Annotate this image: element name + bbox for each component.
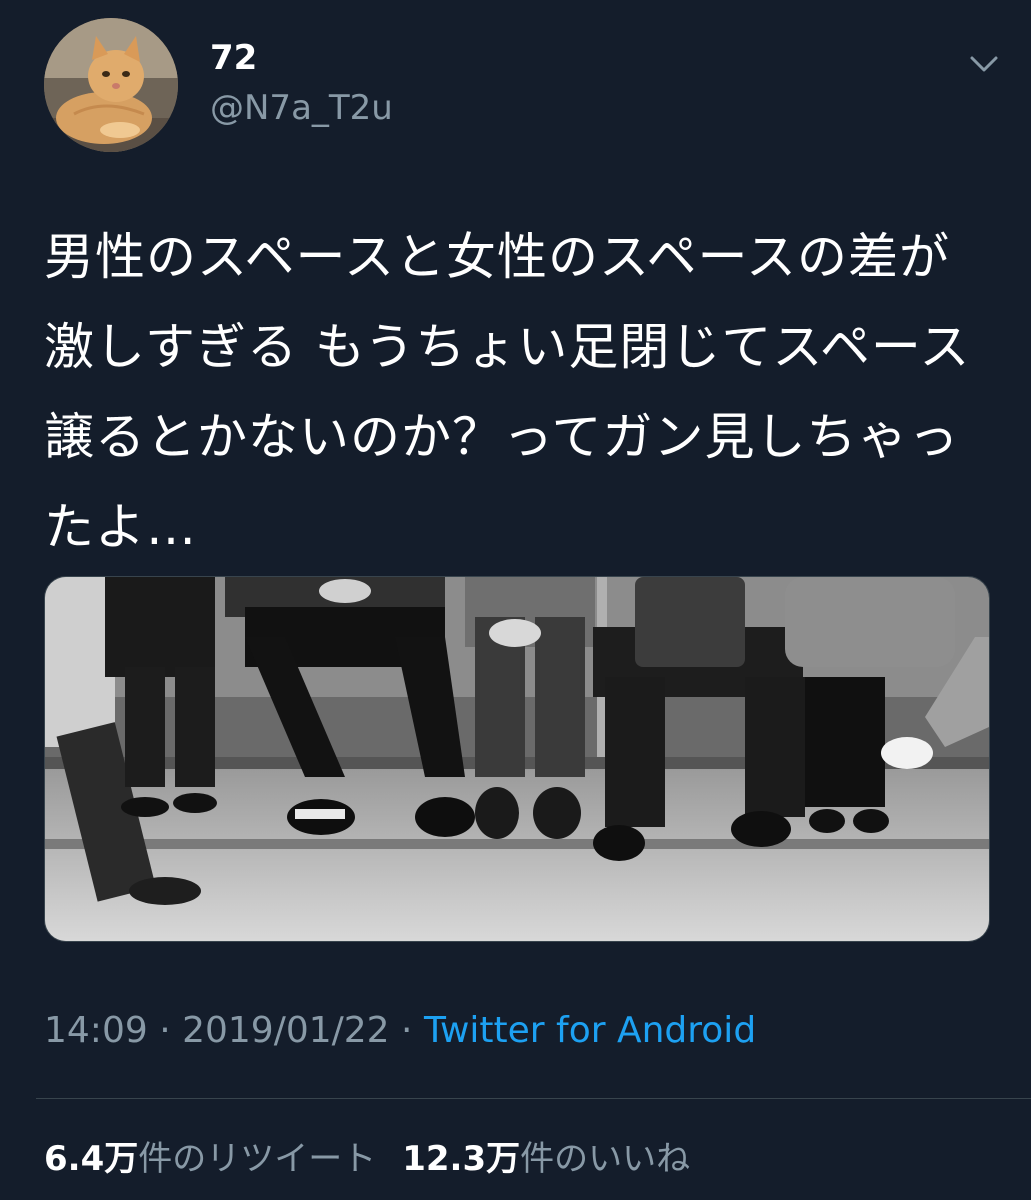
chevron-down-icon[interactable]: [964, 48, 1004, 78]
tweet-meta: 14:09 · 2019/01/22 · Twitter for Android: [44, 1008, 756, 1054]
cat-avatar-icon: [44, 18, 178, 152]
tweet-photo[interactable]: [44, 576, 990, 942]
user-handle[interactable]: @N7a_T2u: [210, 88, 393, 128]
retweets-count: 6.4万: [44, 1139, 139, 1179]
divider: [36, 1098, 1031, 1099]
tweet-source-link[interactable]: Twitter for Android: [424, 1010, 756, 1051]
tweet-header: 72 @N7a_T2u: [44, 18, 1004, 158]
likes-count: 12.3万: [402, 1139, 521, 1179]
likes-label: 件のいいね: [520, 1139, 691, 1179]
meta-separator: ·: [389, 1010, 424, 1051]
likes-stat[interactable]: 12.3万件のいいね: [402, 1139, 690, 1179]
tweet-date[interactable]: 2019/01/22: [182, 1010, 390, 1051]
retweets-stat[interactable]: 6.4万件のリツイート: [44, 1139, 376, 1179]
avatar[interactable]: [44, 18, 178, 152]
display-name[interactable]: 72: [210, 38, 257, 78]
retweets-label: 件のリツイート: [138, 1139, 377, 1179]
tweet-time[interactable]: 14:09: [44, 1010, 148, 1051]
tweet-text: 男性のスペースと女性のスペースの差が激しすぎる もうちょい足閉じてスペース譲ると…: [44, 228, 971, 556]
meta-separator: ·: [147, 1010, 183, 1051]
photo-train-seat-legs-icon: [45, 577, 989, 941]
tweet-stats: 6.4万件のリツイート 12.3万件のいいね: [44, 1136, 690, 1182]
